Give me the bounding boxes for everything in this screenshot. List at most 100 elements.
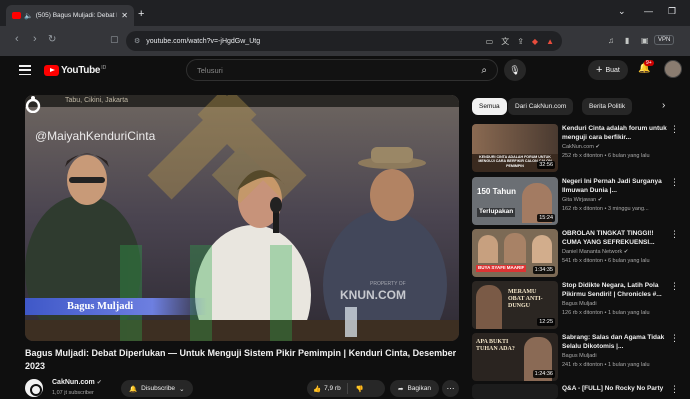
music-icon[interactable]: ♫ [608, 36, 614, 45]
video-thumbnail[interactable] [472, 384, 558, 399]
back-icon[interactable]: ‹ [15, 34, 19, 45]
youtube-logo[interactable]: YouTube ID [44, 65, 106, 76]
video-thumbnail[interactable]: KENDURI CINTA ADALAH FORUM UNTUK MENGUJI… [472, 124, 558, 172]
recommendation-channel[interactable]: Bagus Muljadi [562, 353, 672, 359]
recommendation-item[interactable]: Q&A - [FULL] No Rocky No Party ⋮ [472, 384, 690, 399]
recommendation-channel[interactable]: Gita Wirjawan ✔ [562, 197, 672, 203]
translate-icon[interactable]: 文 [501, 36, 509, 47]
chevron-right-icon[interactable]: › [662, 100, 665, 111]
video-thumbnail[interactable]: BUYA SYAFII MAARIF 1:34:35 [472, 229, 558, 277]
recommendation-meta: 541 rb x ditonton • 6 bulan yang lalu [562, 258, 650, 264]
menu-icon[interactable] [19, 65, 31, 76]
cast-icon[interactable]: ▭ [486, 37, 494, 46]
filter-chips: Semua Dari CakNun.com Berita Politik › [472, 98, 682, 116]
subscriber-count: 1,07 jt subscriber [52, 390, 94, 396]
location-text: Tabu, Cikini, Jakarta [65, 97, 129, 104]
more-options-icon[interactable]: ⋮ [670, 333, 679, 344]
background-watermark: KNUN.COM [340, 288, 406, 302]
more-options-icon[interactable]: ⋮ [670, 384, 679, 395]
logo-text: YouTube [61, 65, 101, 76]
video-thumbnail[interactable]: APA BUKTI TUHAN ADA? 1:24:36 [472, 333, 558, 381]
recommendation-channel[interactable]: Daniel Mananta Network ✔ [562, 249, 672, 255]
thumbnail-text: 150 Tahun [477, 187, 516, 196]
brave-rewards-icon[interactable]: ▲ [546, 37, 554, 46]
site-info-icon[interactable]: ⚙ [134, 37, 140, 45]
notifications-icon[interactable]: 🔔 9+ [638, 60, 654, 74]
chip-all[interactable]: Semua [472, 98, 507, 115]
voice-search-icon[interactable]: 🎙 [504, 59, 526, 81]
sidebar-icon[interactable]: ▮ [625, 36, 629, 45]
chevron-down-icon: ⌄ [179, 385, 185, 393]
like-dislike-group: 👍 7,9 rb 👎 [307, 380, 385, 397]
recommendation-title[interactable]: Stop Didikte Negara, Latih Pola Pikirmu … [562, 281, 668, 299]
subscribe-button[interactable]: 🔔 Disubscribe ⌄ [121, 380, 193, 397]
youtube-favicon-icon [12, 12, 21, 19]
tab-title: (505) Bagus Muljadi: Debat D [35, 12, 118, 19]
recommendation-title[interactable]: OBROLAN TINGKAT TINGGI!! CUMA YANG SEFRE… [562, 229, 668, 247]
thumbnail-text: BUYA SYAFII MAARIF [476, 265, 527, 272]
recommendation-item[interactable]: BUYA SYAFII MAARIF 1:34:35 OBROLAN TINGK… [472, 229, 690, 279]
video-duration: 1:24:36 [532, 370, 555, 378]
vpn-button[interactable]: VPN [654, 35, 675, 45]
reload-icon[interactable]: ↻ [48, 35, 56, 45]
recommendation-item[interactable]: MERAMU OBAT ANTI-DUNGU 12:25 Stop Didikt… [472, 281, 690, 331]
browser-tab-bar: 🔈 (505) Bagus Muljadi: Debat D ✕ + ⌄ — ❐ [0, 0, 690, 26]
search-icon[interactable]: ⌕ [481, 65, 487, 76]
recommendation-channel[interactable]: CakNun.com ✔ [562, 144, 672, 150]
recommendation-channel[interactable]: Bagus Muljadi [562, 301, 672, 307]
share-label: Bagikan [407, 385, 431, 392]
chip-from-channel[interactable]: Dari CakNun.com [508, 98, 574, 115]
more-options-icon[interactable]: ⋮ [670, 124, 679, 135]
notification-badge: 9+ [644, 60, 654, 66]
forward-icon[interactable]: › [33, 34, 37, 45]
create-label: Buat [605, 66, 620, 74]
recommendation-item[interactable]: 150 Tahun Terlupakan 15:24 Negeri Ini Pe… [472, 177, 690, 227]
recommendation-title[interactable]: Negeri Ini Pernah Jadi Surganya Ilmuwan … [562, 177, 668, 195]
recommendation-title[interactable]: Q&A - [FULL] No Rocky No Party [562, 384, 668, 393]
recommendation-title[interactable]: Sabrang: Salas dan Agama Tidak Selalu Di… [562, 333, 668, 351]
more-options-icon[interactable]: ⋮ [670, 229, 679, 240]
wallet-icon[interactable]: ▣ [641, 36, 649, 45]
video-thumbnail[interactable]: 150 Tahun Terlupakan 15:24 [472, 177, 558, 225]
recommendation-meta: 162 rb x ditonton • 3 minggu yang... [562, 206, 649, 212]
search-input[interactable]: Telusuri ⌕ [186, 59, 498, 81]
video-duration: 12:25 [537, 318, 555, 326]
tab-search-icon[interactable]: ⌄ [618, 6, 626, 17]
recommendation-item[interactable]: APA BUKTI TUHAN ADA? 1:24:36 Sabrang: Sa… [472, 333, 690, 383]
verified-icon: ✔ [96, 380, 102, 386]
minimize-icon[interactable]: — [644, 6, 653, 16]
restore-icon[interactable]: ❐ [668, 6, 676, 17]
page-icon[interactable]: ▢ [110, 35, 119, 44]
more-options-icon[interactable]: ⋮ [670, 281, 679, 292]
extension-shield-icon[interactable]: ◆ [532, 37, 538, 46]
dislike-button[interactable]: 👎 [348, 385, 372, 393]
more-options-icon[interactable]: ⋮ [670, 177, 679, 188]
more-actions-icon[interactable]: ⋯ [442, 380, 459, 397]
thumbnail-subtext: Terlupakan [477, 208, 516, 217]
recommendation-item[interactable]: KENDURI CINTA ADALAH FORUM UNTUK MENGUJI… [472, 124, 690, 174]
video-duration: 32:56 [537, 161, 555, 169]
channel-avatar[interactable] [25, 379, 43, 397]
create-button[interactable]: + Buat [588, 60, 628, 80]
new-tab-button[interactable]: + [138, 9, 144, 20]
close-tab-icon[interactable]: ✕ [121, 11, 128, 20]
channel-name[interactable]: CakNun.com ✔ [52, 379, 102, 386]
channel-name-text: CakNun.com [52, 379, 95, 386]
chip-politics[interactable]: Berita Politik [582, 98, 633, 115]
search-placeholder: Telusuri [197, 65, 223, 75]
thumbnail-text: APA BUKTI TUHAN ADA? [476, 339, 515, 352]
speaker-icon[interactable]: 🔈 [24, 12, 33, 20]
recommendation-meta: 126 rb x ditonton • 1 bulan yang lalu [562, 310, 650, 316]
share-arrow-icon: ➦ [398, 385, 404, 393]
video-thumbnail[interactable]: MERAMU OBAT ANTI-DUNGU 12:25 [472, 281, 558, 329]
recommendation-title[interactable]: Kenduri Cinta adalah forum untuk menguji… [562, 124, 668, 142]
like-button[interactable]: 👍 7,9 rb [307, 383, 348, 394]
video-duration: 1:34:35 [532, 266, 555, 274]
video-player[interactable]: Tabu, Cikini, Jakarta @MaiyahKenduriCint… [25, 95, 459, 341]
share-icon[interactable]: ⇪ [517, 37, 524, 46]
address-bar[interactable]: ⚙ youtube.com/watch?v=-jHgdGw_Utg ▭ 文 ⇪ … [126, 31, 562, 51]
avatar[interactable] [664, 60, 682, 78]
video-duration: 15:24 [537, 214, 555, 222]
browser-tab[interactable]: 🔈 (505) Bagus Muljadi: Debat D ✕ [6, 5, 134, 26]
share-button[interactable]: ➦ Bagikan [390, 380, 439, 397]
